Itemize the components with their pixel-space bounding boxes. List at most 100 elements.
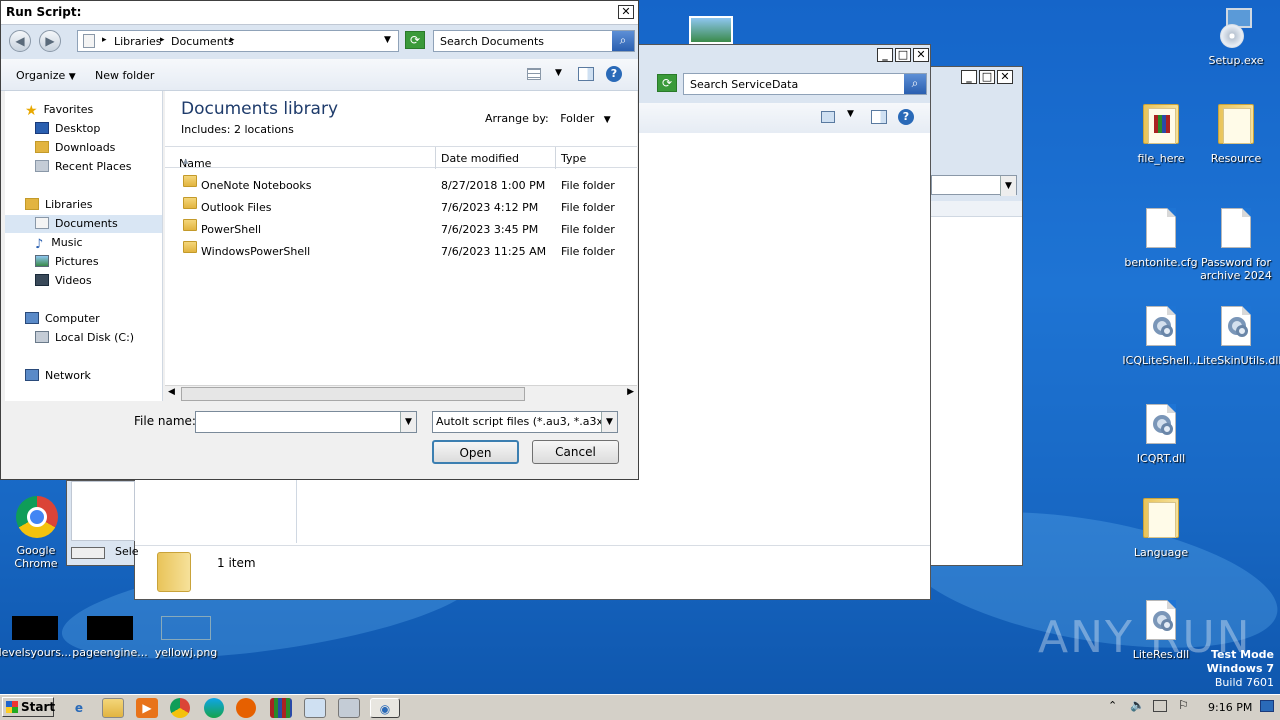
edge-icon[interactable] — [204, 698, 224, 718]
help-icon[interactable]: ? — [898, 109, 914, 125]
chevron-down-icon[interactable]: ▼ — [384, 35, 391, 45]
chrome-icon[interactable] — [170, 698, 190, 718]
volume-icon[interactable]: 🔈 — [1130, 698, 1145, 712]
preview-pane-icon[interactable] — [578, 67, 594, 81]
desktop-icon-literes[interactable]: LiteRes.dll — [1122, 600, 1200, 661]
search-input[interactable]: Search ServiceData ⌕ — [683, 73, 927, 95]
nav-desktop[interactable]: Desktop — [35, 120, 100, 138]
running-app-button[interactable]: ◉ — [370, 698, 400, 718]
file-row[interactable]: PowerShell 7/6/2023 3:45 PM File folder — [165, 219, 637, 241]
address-bar: ◀ ▶ ▸ Libraries ▸ Documents ▸ ▼ ⟳ Search… — [1, 25, 638, 59]
desktop-icon-yellow[interactable]: yellowj.png — [147, 616, 225, 659]
chevron-down-icon[interactable]: ▼ — [400, 412, 416, 432]
explorer-taskbar-icon[interactable] — [102, 698, 124, 718]
file-row[interactable]: Outlook Files 7/6/2023 4:12 PM File fold… — [165, 197, 637, 219]
scroll-right-icon[interactable]: ▶ — [627, 387, 634, 397]
preview-pane-icon[interactable] — [871, 110, 887, 124]
action-center-flag-icon[interactable]: ⚐ — [1178, 698, 1189, 712]
firefox-icon[interactable] — [236, 698, 256, 718]
nav-label: Local Disk (C:) — [55, 331, 135, 344]
nav-music[interactable]: ♪ Music — [35, 234, 83, 252]
library-includes[interactable]: Includes: 2 locations — [181, 123, 294, 136]
nav-local-disk[interactable]: Local Disk (C:) — [35, 329, 134, 347]
desktop-icon-liteskin[interactable]: LiteSkinUtils.dll — [1197, 306, 1280, 367]
forward-arrow-icon[interactable]: ▶ — [39, 30, 61, 52]
winrar-icon[interactable] — [270, 698, 292, 718]
desktop-icon-setup[interactable]: Setup.exe — [1197, 6, 1275, 67]
view-icon[interactable] — [821, 111, 835, 123]
maximize-button[interactable]: □ — [979, 70, 995, 84]
column-resize-handle[interactable] — [435, 147, 436, 169]
desktop-icon-language[interactable]: Language — [1122, 498, 1200, 559]
desktop-icon-password[interactable]: Password for archive 2024 — [1197, 208, 1275, 282]
chevron-down-icon[interactable]: ▼ — [555, 68, 562, 78]
breadcrumb-libraries[interactable]: Libraries — [114, 35, 162, 48]
breadcrumb[interactable]: ▸ Libraries ▸ Documents ▸ ▼ — [77, 30, 399, 52]
nav-libraries[interactable]: Libraries — [25, 196, 93, 214]
file-name-combobox[interactable]: ▼ — [195, 411, 417, 433]
media-player-icon[interactable]: ▶ — [136, 698, 158, 718]
column-resize-handle[interactable] — [555, 147, 556, 169]
new-folder-button[interactable]: New folder — [95, 69, 154, 82]
horizontal-scrollbar[interactable]: ◀ ▶ — [165, 385, 637, 402]
file-row[interactable]: OneNote Notebooks 8/27/2018 1:00 PM File… — [165, 175, 637, 197]
open-button[interactable]: Open — [432, 440, 519, 464]
search-icon[interactable]: ⌕ — [904, 74, 926, 94]
maximize-button[interactable]: □ — [895, 48, 911, 62]
desktop-icon-levels[interactable]: levelsyours... — [0, 616, 74, 659]
close-button[interactable]: ✕ — [913, 48, 929, 62]
column-date-modified[interactable]: Date modified — [441, 152, 519, 165]
desktop-icon-chrome[interactable]: Google Chrome — [0, 496, 75, 570]
resize-grip[interactable] — [1019, 547, 1029, 561]
desktop-icon-label: levelsyours... — [0, 646, 72, 659]
search-input[interactable]: Search Documents ⌕ — [433, 30, 635, 52]
file-row[interactable]: WindowsPowerShell 7/6/2023 11:25 AM File… — [165, 241, 637, 263]
nav-computer[interactable]: Computer — [25, 310, 100, 328]
nav-downloads[interactable]: Downloads — [35, 139, 115, 157]
desktop-icon-icqrt[interactable]: ICQRT.dll — [1122, 404, 1200, 465]
minimize-button[interactable]: _ — [961, 70, 977, 84]
nav-recent-places[interactable]: Recent Places — [35, 158, 132, 176]
back-window-dropdown[interactable]: ▼ — [931, 175, 1017, 196]
close-button[interactable]: ✕ — [997, 70, 1013, 84]
nav-videos[interactable]: Videos — [35, 272, 92, 290]
nav-pictures[interactable]: Pictures — [35, 253, 99, 271]
cancel-button[interactable]: Cancel — [532, 440, 619, 464]
nav-documents[interactable]: Documents — [5, 215, 162, 233]
notepad-icon[interactable] — [304, 698, 326, 718]
search-icon[interactable]: ⌕ — [612, 31, 634, 51]
organize-button[interactable]: Organize ▼ — [16, 69, 76, 82]
autoit-icon[interactable] — [338, 698, 360, 718]
tray-expand-icon[interactable]: ⌃ — [1108, 699, 1117, 712]
windows-logo-icon — [6, 701, 18, 713]
scroll-left-icon[interactable]: ◀ — [168, 387, 175, 397]
scrollbar-thumb[interactable] — [181, 387, 525, 401]
column-type[interactable]: Type — [561, 152, 586, 165]
ie-icon[interactable]: e — [68, 698, 90, 718]
minimize-button[interactable]: _ — [877, 48, 893, 62]
start-button[interactable]: Start — [2, 697, 55, 717]
view-options-icon[interactable] — [527, 68, 541, 80]
file-type-select[interactable]: AutoIt script files (*.au3, *.a3x) ▼ — [432, 411, 618, 433]
help-icon[interactable]: ? — [606, 66, 622, 82]
network-tray-icon[interactable] — [1153, 700, 1167, 712]
nav-favorites[interactable]: ★ Favorites — [25, 101, 93, 119]
pictures-icon — [35, 255, 49, 267]
show-desktop-icon[interactable] — [1260, 700, 1274, 712]
desktop-icon-icqlite[interactable]: ICQLiteShell... — [1122, 306, 1200, 367]
chevron-down-icon[interactable]: ▼ — [601, 412, 617, 432]
breadcrumb-documents[interactable]: Documents — [171, 35, 234, 48]
back-arrow-icon[interactable]: ◀ — [9, 30, 31, 52]
refresh-icon[interactable]: ⟳ — [405, 31, 425, 49]
desktop-icon-resource[interactable]: Resource — [1197, 104, 1275, 165]
close-button[interactable]: ✕ — [618, 5, 634, 19]
desktop-icon-pageengine[interactable]: pageengine... — [71, 616, 149, 659]
clock[interactable]: 9:16 PM — [1208, 701, 1252, 714]
chevron-down-icon[interactable]: ▼ — [847, 109, 854, 119]
nav-network[interactable]: Network — [25, 367, 91, 385]
refresh-icon[interactable]: ⟳ — [657, 74, 677, 92]
desktop-icon-file-here[interactable]: file_here — [1122, 104, 1200, 165]
arrange-by-dropdown[interactable]: Folder ▼ — [560, 112, 610, 125]
desktop-icon-bentonite[interactable]: bentonite.cfg — [1122, 208, 1200, 269]
chevron-down-icon: ▼ — [68, 72, 76, 82]
